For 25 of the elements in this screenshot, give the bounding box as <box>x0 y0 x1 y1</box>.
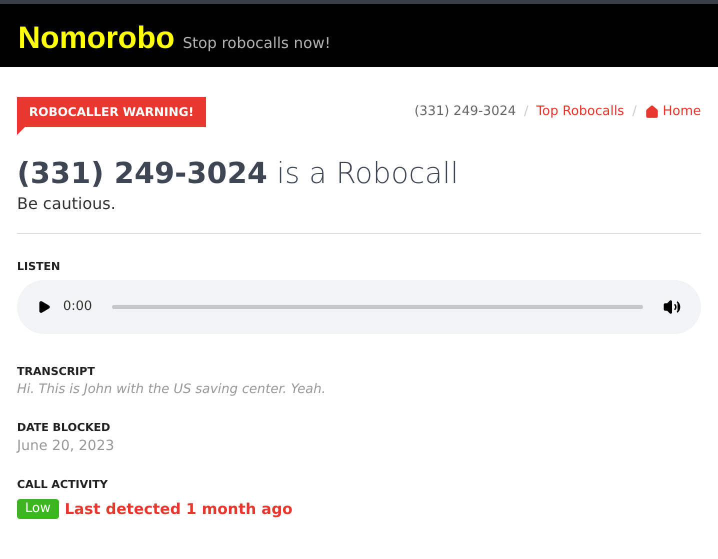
home-icon <box>644 104 659 119</box>
section-label: DATE BLOCKED <box>17 420 112 436</box>
audio-time: 0:00 <box>63 298 92 316</box>
section-label: TRANSCRIPT <box>17 364 96 380</box>
audio-track[interactable] <box>112 304 643 308</box>
page-title: (331) 249-3024 is a Robocall <box>17 159 460 188</box>
subtitle: Be cautious. <box>17 193 117 215</box>
breadcrumb-text: (331) 249-3024 <box>414 103 516 121</box>
date-blocked-value: June 20, 2023 <box>17 437 116 456</box>
last-detected-text: Last detected 1 month ago <box>64 498 293 520</box>
section-label: LISTEN <box>17 259 62 275</box>
badge-tail <box>17 127 25 135</box>
play-button[interactable] <box>37 300 51 314</box>
audio-player[interactable]: 0:00 <box>17 280 701 334</box>
breadcrumb-link[interactable]: Top Robocalls <box>536 102 624 122</box>
tagline: Stop robocalls now! <box>182 36 331 53</box>
volume-button[interactable] <box>663 298 681 316</box>
activity-badge: Low <box>17 499 59 518</box>
breadcrumb-separator: / <box>524 103 528 121</box>
breadcrumb-separator: / <box>632 103 637 121</box>
logo[interactable]: Nomorobo <box>18 22 175 53</box>
warning-badge: ROBOCALLER WARNING! <box>17 97 206 127</box>
section-label: CALL ACTIVITY <box>17 477 109 493</box>
home-link[interactable]: Home <box>644 102 701 122</box>
transcript-text: Hi. This is John with the US saving center. Yeah. <box>17 381 327 399</box>
